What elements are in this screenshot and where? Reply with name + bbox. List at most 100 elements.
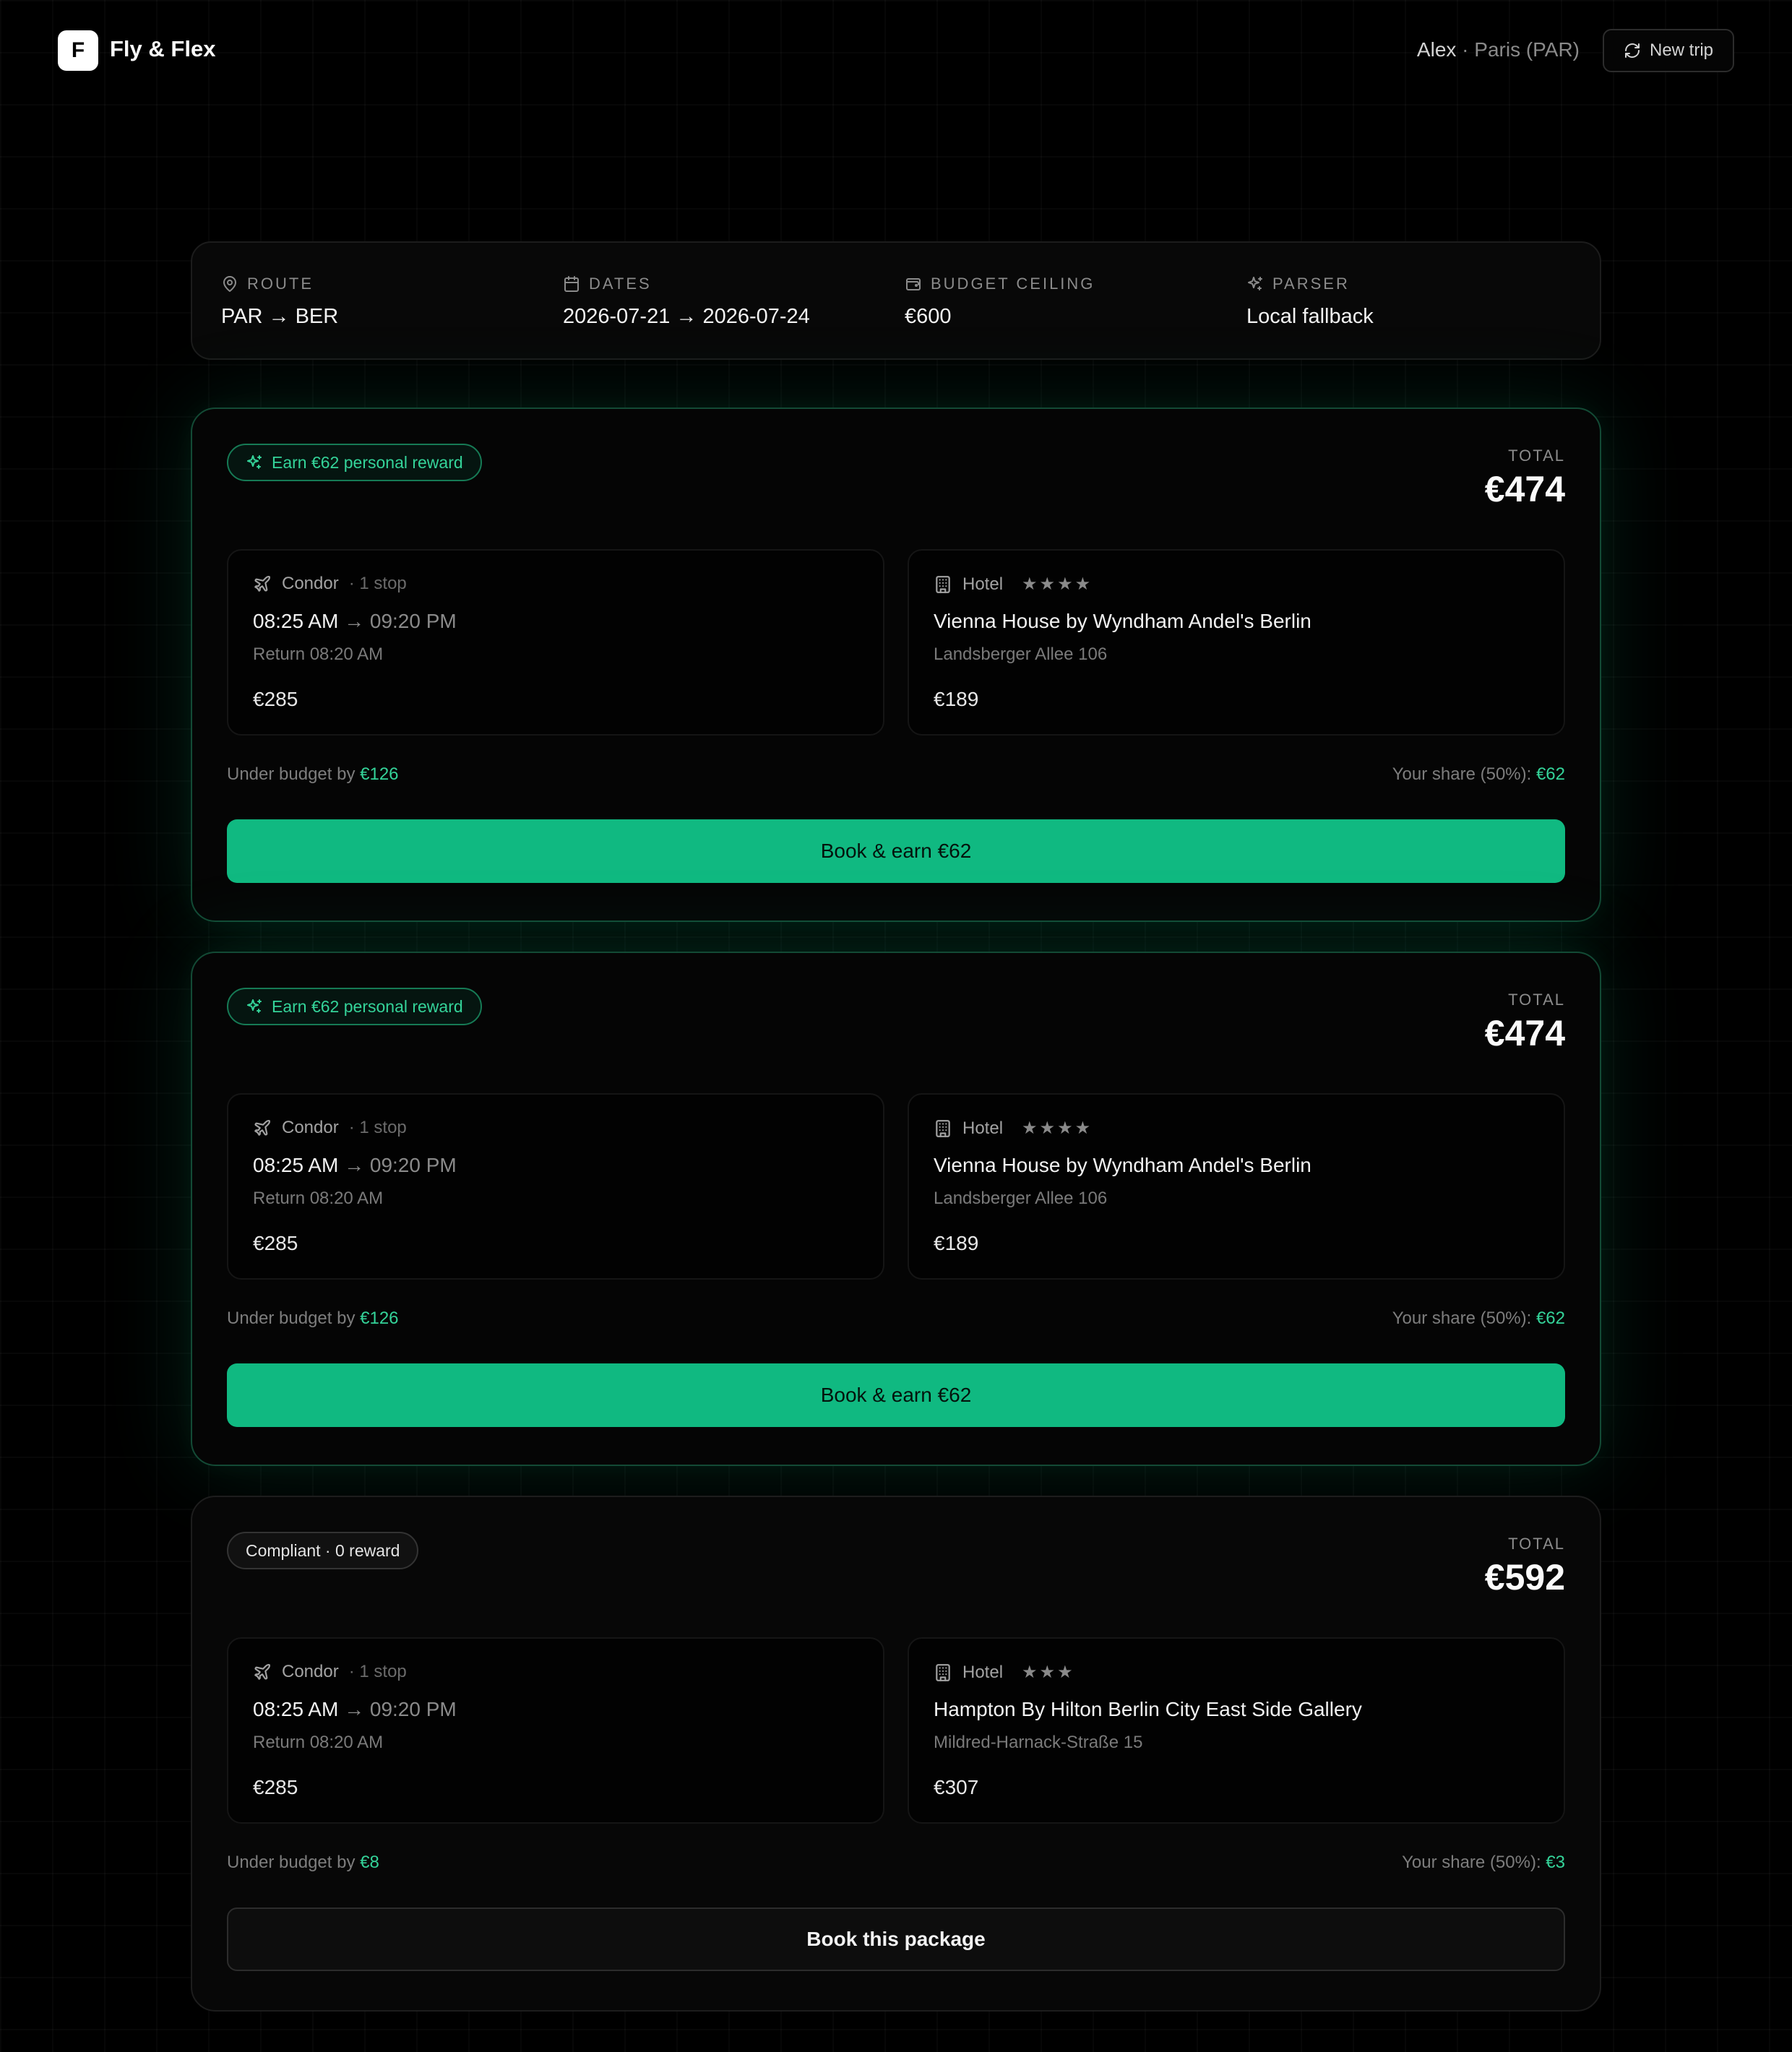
hotel-rating: ★ ★ ★ ★	[1022, 574, 1090, 595]
return-time: Return 08:20 AM	[253, 645, 384, 664]
flight-price: €285	[253, 688, 298, 710]
hotel-header: Hotel ★ ★ ★ ★	[934, 1118, 1090, 1139]
parser-value: Local fallback	[1246, 305, 1374, 328]
share-note: Your share (50%): €62	[1392, 764, 1565, 785]
plane-icon	[253, 574, 272, 593]
flight-card[interactable]: Condor · 1 stop 08:25 AM → 09:20 PM Retu…	[227, 549, 884, 736]
hotel-name: Hampton By Hilton Berlin City East Side …	[934, 1698, 1362, 1720]
under-budget-note: Under budget by €8	[227, 1853, 379, 1873]
star-icon: ★	[1022, 1663, 1038, 1682]
parser-field: PARSER Local fallback	[1246, 275, 1374, 329]
hotel-card[interactable]: Hotel ★ ★ ★ Hampton By Hilton Berlin City …	[908, 1637, 1565, 1824]
share-text: Your share (50%):	[1392, 1309, 1536, 1328]
book-button[interactable]: Book & earn €62	[227, 819, 1565, 883]
hotel-address: Mildred-Harnack-Straße 15	[934, 1733, 1143, 1752]
flight-times: 08:25 AM → 09:20 PM	[253, 1698, 457, 1721]
app-name[interactable]: Fly & Flex	[110, 36, 215, 62]
under-budget-note: Under budget by €126	[227, 764, 399, 785]
new-trip-button[interactable]: New trip	[1603, 29, 1734, 72]
budget-label: BUDGET CEILING	[905, 275, 1095, 293]
book-button[interactable]: Book this package	[227, 1907, 1565, 1971]
share-amount: €3	[1546, 1853, 1565, 1872]
route-label-text: ROUTE	[247, 275, 314, 293]
hotel-rating: ★ ★ ★ ★	[1022, 1118, 1090, 1139]
map-pin-icon	[221, 275, 238, 293]
share-amount: €62	[1535, 1309, 1565, 1328]
flight-card[interactable]: Condor · 1 stop 08:25 AM → 09:20 PM Retu…	[227, 1093, 884, 1280]
hotel-label: Hotel	[962, 574, 1004, 594]
under-budget-amount: €8	[360, 1853, 379, 1872]
under-budget-text: Under budget by	[227, 1853, 361, 1872]
flight-price: €285	[253, 1232, 298, 1254]
share-text: Your share (50%):	[1402, 1853, 1546, 1872]
refresh-icon	[1624, 42, 1641, 59]
user-info: Alex · Paris (PAR)	[1417, 38, 1580, 61]
top-bar: F Fly & Flex Alex · Paris (PAR) New trip	[0, 0, 1792, 101]
total-label: TOTAL	[1508, 447, 1565, 465]
airline-name: Condor	[282, 1662, 339, 1681]
route-label: ROUTE	[221, 275, 338, 293]
share-amount: €62	[1535, 764, 1565, 784]
star-icon: ★	[1039, 1663, 1056, 1682]
parser-label: PARSER	[1246, 275, 1374, 293]
stop-count: · 1 stop	[348, 574, 407, 593]
total-price: €592	[1484, 1557, 1565, 1598]
app-logo[interactable]: F	[58, 30, 98, 71]
return-time: Return 08:20 AM	[253, 1189, 384, 1208]
parser-label-text: PARSER	[1272, 275, 1350, 293]
route-field: ROUTE PAR → BER	[221, 275, 338, 329]
under-budget-amount: €126	[360, 764, 399, 784]
hotel-card[interactable]: Hotel ★ ★ ★ ★ Vienna House by Wyndham Andel…	[908, 549, 1565, 736]
hotel-address: Landsberger Allee 106	[934, 645, 1108, 664]
airline-name: Condor	[282, 574, 339, 593]
total-price: €474	[1484, 469, 1565, 509]
flight-card[interactable]: Condor · 1 stop 08:25 AM → 09:20 PM Retu…	[227, 1637, 884, 1824]
total-price: €474	[1484, 1013, 1565, 1053]
arrive-time: 09:20 PM	[369, 1154, 457, 1176]
building-icon	[934, 1663, 952, 1682]
arrow-icon: →	[344, 1154, 365, 1176]
depart-time: 08:25 AM	[253, 1154, 339, 1176]
user-location: Paris (PAR)	[1474, 38, 1580, 61]
hotel-header: Hotel ★ ★ ★	[934, 1662, 1073, 1683]
arrow-icon: →	[344, 1698, 365, 1720]
user-name: Alex	[1416, 38, 1457, 61]
arrive-time: 09:20 PM	[369, 1698, 457, 1720]
calendar-icon	[563, 275, 580, 293]
star-icon: ★	[1074, 574, 1091, 594]
hotel-price: €307	[934, 1776, 979, 1798]
hotel-rating: ★ ★ ★	[1022, 1662, 1073, 1683]
dates-label: DATES	[563, 275, 810, 293]
dates-field: DATES 2026-07-21 → 2026-07-24	[563, 275, 810, 329]
new-trip-label: New trip	[1649, 40, 1714, 60]
package-card: Compliant · 0 reward TOTAL €592 Condor ·…	[191, 1496, 1601, 2012]
book-button[interactable]: Book & earn €62	[227, 1363, 1565, 1427]
hotel-card[interactable]: Hotel ★ ★ ★ ★ Vienna House by Wyndham Andel…	[908, 1093, 1565, 1280]
star-icon: ★	[1022, 1118, 1038, 1138]
package-card: Earn €62 personal reward TOTAL €474 Cond…	[191, 952, 1601, 1466]
budget-field: BUDGET CEILING €600	[905, 275, 1095, 329]
star-icon: ★	[1039, 574, 1056, 594]
hotel-address: Landsberger Allee 106	[934, 1189, 1108, 1208]
reward-badge: Compliant · 0 reward	[227, 1532, 419, 1569]
star-icon: ★	[1057, 1663, 1073, 1682]
star-icon: ★	[1057, 1118, 1073, 1138]
star-icon: ★	[1074, 1118, 1091, 1138]
package-card: Earn €62 personal reward TOTAL €474 Cond…	[191, 408, 1601, 922]
share-note: Your share (50%): €3	[1402, 1853, 1565, 1873]
wallet-icon	[905, 275, 922, 293]
flight-times: 08:25 AM → 09:20 PM	[253, 1154, 457, 1177]
hotel-label: Hotel	[962, 1662, 1004, 1682]
depart-time: 08:25 AM	[253, 610, 339, 632]
flight-price: €285	[253, 1776, 298, 1798]
star-icon: ★	[1039, 1118, 1056, 1138]
under-budget-amount: €126	[360, 1309, 399, 1328]
reward-badge: Earn €62 personal reward	[227, 444, 482, 481]
budget-value: €600	[905, 305, 952, 328]
dates-label-text: DATES	[589, 275, 652, 293]
hotel-name: Vienna House by Wyndham Andel's Berlin	[934, 610, 1311, 632]
hotel-price: €189	[934, 688, 979, 710]
trip-summary: ROUTE PAR → BER DATES 2026-07-21 → 2026-…	[191, 241, 1601, 360]
budget-label-text: BUDGET CEILING	[931, 275, 1095, 293]
sparkles-icon	[246, 998, 263, 1015]
